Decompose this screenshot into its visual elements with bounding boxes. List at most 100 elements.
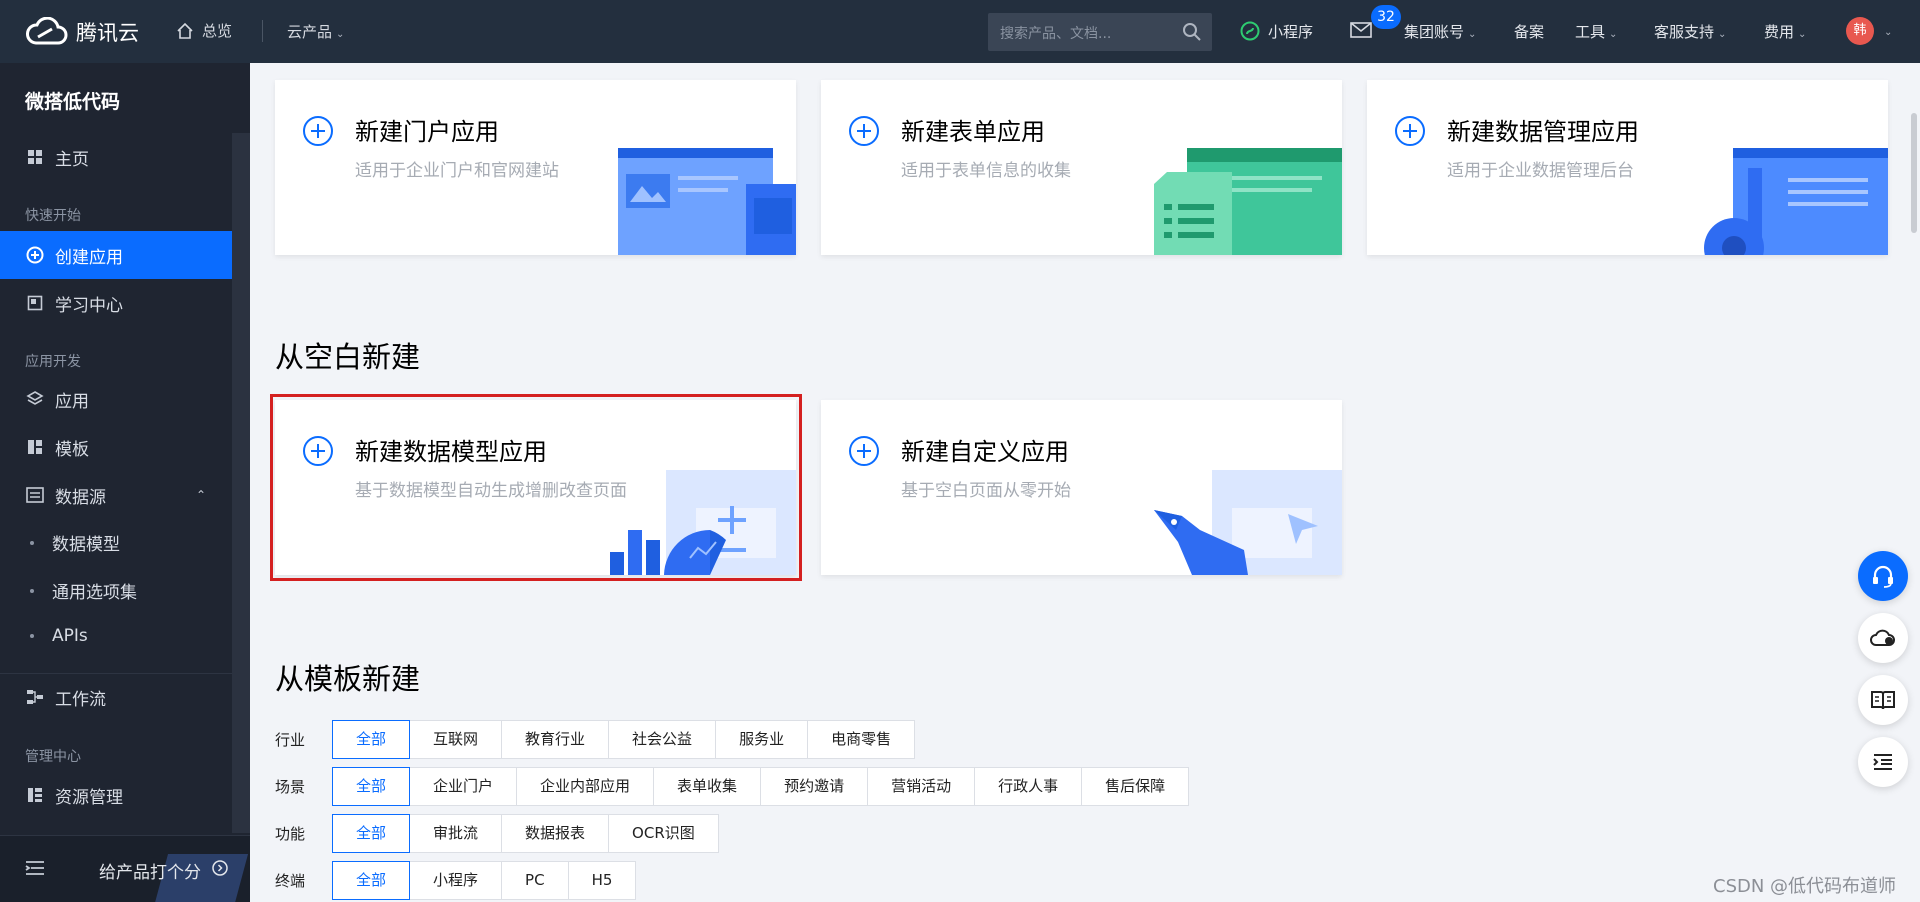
filter-option[interactable]: 全部 (332, 814, 411, 853)
filter-option[interactable]: 表单收集 (653, 767, 762, 806)
miniprogram-icon (1240, 21, 1260, 41)
sidebar-item-option-sets[interactable]: 通用选项集 (30, 578, 137, 603)
cloud-logo-icon (26, 17, 68, 45)
sidebar-item-workflow[interactable]: 工作流 (0, 673, 232, 721)
avatar[interactable]: 韩 (1846, 17, 1874, 45)
card-data-management-app[interactable]: 新建数据管理应用 适用于企业数据管理后台 (1367, 80, 1888, 255)
customer-service-button[interactable] (1858, 551, 1908, 601)
filter-option[interactable]: 企业门户 (409, 767, 518, 806)
filter-options: 全部 小程序 PC H5 (332, 861, 637, 900)
sidebar-title: 微搭低代码 (25, 91, 121, 113)
filter-option[interactable]: 全部 (332, 720, 411, 759)
filter-option[interactable]: 企业内部应用 (516, 767, 655, 806)
filter-option[interactable]: H5 (567, 861, 637, 900)
main-scrollbar[interactable] (1911, 113, 1917, 233)
search-icon[interactable] (1182, 22, 1202, 42)
sidebar-item-home[interactable]: 主页 (0, 133, 232, 181)
section-label-admin: 管理中心 (25, 749, 81, 765)
search-input[interactable]: 搜索产品、文档... (1000, 23, 1111, 43)
cloud-service-button[interactable] (1858, 613, 1908, 663)
filter-options: 全部 审批流 数据报表 OCR识图 (332, 814, 719, 853)
filter-option[interactable]: 全部 (332, 767, 411, 806)
selection-highlight (270, 394, 802, 581)
layers-icon (25, 389, 45, 409)
sidebar-item-apps[interactable]: 应用 (0, 375, 232, 423)
sidebar-item-resources[interactable]: 资源管理 (0, 771, 232, 819)
filter-option[interactable]: 售后保障 (1081, 767, 1190, 806)
card-description: 适用于表单信息的收集 (901, 161, 1071, 181)
filter-option[interactable]: 小程序 (409, 861, 503, 900)
sidebar-item-datasource[interactable]: 数据源 ⌃ (0, 471, 232, 519)
filter-option[interactable]: OCR识图 (608, 814, 719, 853)
documentation-button[interactable] (1858, 675, 1908, 725)
cloud-products-label: 云产品 (287, 23, 333, 41)
plus-circle-icon (303, 116, 333, 146)
collapse-menu-icon[interactable] (25, 860, 45, 876)
card-description: 基于空白页面从零开始 (901, 481, 1071, 501)
card-portal-app[interactable]: 新建门户应用 适用于企业门户和官网建站 (275, 80, 796, 255)
headset-icon (1873, 565, 1893, 588)
search-box[interactable]: 搜索产品、文档... (988, 13, 1212, 51)
main-content: 新建门户应用 适用于企业门户和官网建站 新建表单应用 适用于表单信息的收集 新建… (250, 63, 1920, 902)
nav-cloud-products[interactable]: 云产品 ⌄ (287, 21, 344, 42)
filter-options: 全部 企业门户 企业内部应用 表单收集 预约邀请 营销活动 行政人事 售后保障 (332, 767, 1190, 806)
mail-button[interactable] (1350, 22, 1372, 42)
resource-icon (25, 785, 45, 805)
support-label: 客服支持 (1654, 23, 1715, 41)
sidebar-footer: 给产品打个分 (0, 835, 250, 902)
filter-option[interactable]: 数据报表 (501, 814, 610, 853)
sidebar-item-label: 数据模型 (52, 535, 120, 555)
filter-terminal: 终端 全部 小程序 PC H5 (275, 861, 637, 900)
group-account-menu[interactable]: 集团账号 ⌄ (1404, 21, 1476, 42)
rate-product-link[interactable]: 给产品打个分 (99, 858, 201, 883)
chevron-down-icon: ⌄ (1468, 29, 1477, 40)
card-custom-app[interactable]: 新建自定义应用 基于空白页面从零开始 (821, 400, 1342, 575)
filter-option[interactable]: 社会公益 (608, 720, 717, 759)
sidebar-scrollbar[interactable] (232, 133, 250, 833)
sidebar-item-label: 资源管理 (55, 787, 123, 808)
card-form-app[interactable]: 新建表单应用 适用于表单信息的收集 (821, 80, 1342, 255)
filter-option[interactable]: 行政人事 (974, 767, 1083, 806)
beian-link[interactable]: 备案 (1514, 21, 1544, 42)
filter-scene: 场景 全部 企业门户 企业内部应用 表单收集 预约邀请 营销活动 行政人事 售后… (275, 767, 1190, 806)
plus-circle-icon (25, 245, 45, 265)
fees-menu[interactable]: 费用 ⌄ (1764, 21, 1806, 42)
filter-option[interactable]: PC (501, 861, 569, 900)
card-title: 新建门户应用 (355, 118, 499, 146)
chevron-down-icon: ⌄ (1609, 29, 1618, 40)
data-management-illustration-icon (1704, 148, 1888, 255)
filter-option[interactable]: 营销活动 (867, 767, 976, 806)
sidebar-item-create-app[interactable]: 创建应用 (0, 231, 232, 279)
filter-option[interactable]: 预约邀请 (760, 767, 869, 806)
tencent-cloud-logo[interactable]: 腾讯云 (24, 14, 139, 50)
filter-option[interactable]: 教育行业 (501, 720, 610, 759)
card-title: 新建数据管理应用 (1447, 118, 1639, 146)
sidebar-item-learning[interactable]: 学习中心 (0, 279, 232, 327)
plus-circle-icon (849, 436, 879, 466)
sidebar-item-apis[interactable]: APIs (30, 626, 88, 646)
card-title: 新建自定义应用 (901, 438, 1069, 466)
filter-option[interactable]: 全部 (332, 861, 411, 900)
sidebar-item-templates[interactable]: 模板 (0, 423, 232, 471)
filter-option[interactable]: 审批流 (409, 814, 503, 853)
outline-button[interactable] (1858, 737, 1908, 787)
cloud-user-icon (1870, 629, 1895, 646)
filter-industry: 行业 全部 互联网 教育行业 社会公益 服务业 电商零售 (275, 720, 916, 759)
mail-count-badge: 32 (1371, 5, 1401, 29)
arrow-right-circle-icon[interactable] (212, 860, 228, 876)
database-icon (25, 485, 45, 505)
miniprogram-link[interactable]: 小程序 (1240, 21, 1313, 42)
account-dropdown[interactable]: ⌄ (1880, 21, 1892, 39)
custom-app-illustration-icon (1154, 470, 1342, 575)
grid-icon (25, 147, 45, 167)
sidebar-item-data-model[interactable]: 数据模型 (30, 530, 120, 555)
filter-option[interactable]: 互联网 (409, 720, 503, 759)
filter-option[interactable]: 电商零售 (807, 720, 916, 759)
filter-option[interactable]: 服务业 (715, 720, 809, 759)
tools-menu[interactable]: 工具 ⌄ (1575, 21, 1617, 42)
nav-overview[interactable]: 总览 (176, 20, 232, 41)
sidebar-item-label: 学习中心 (55, 295, 123, 316)
tools-label: 工具 (1575, 23, 1606, 41)
support-menu[interactable]: 客服支持 ⌄ (1654, 21, 1726, 42)
bullet-icon (30, 634, 34, 638)
